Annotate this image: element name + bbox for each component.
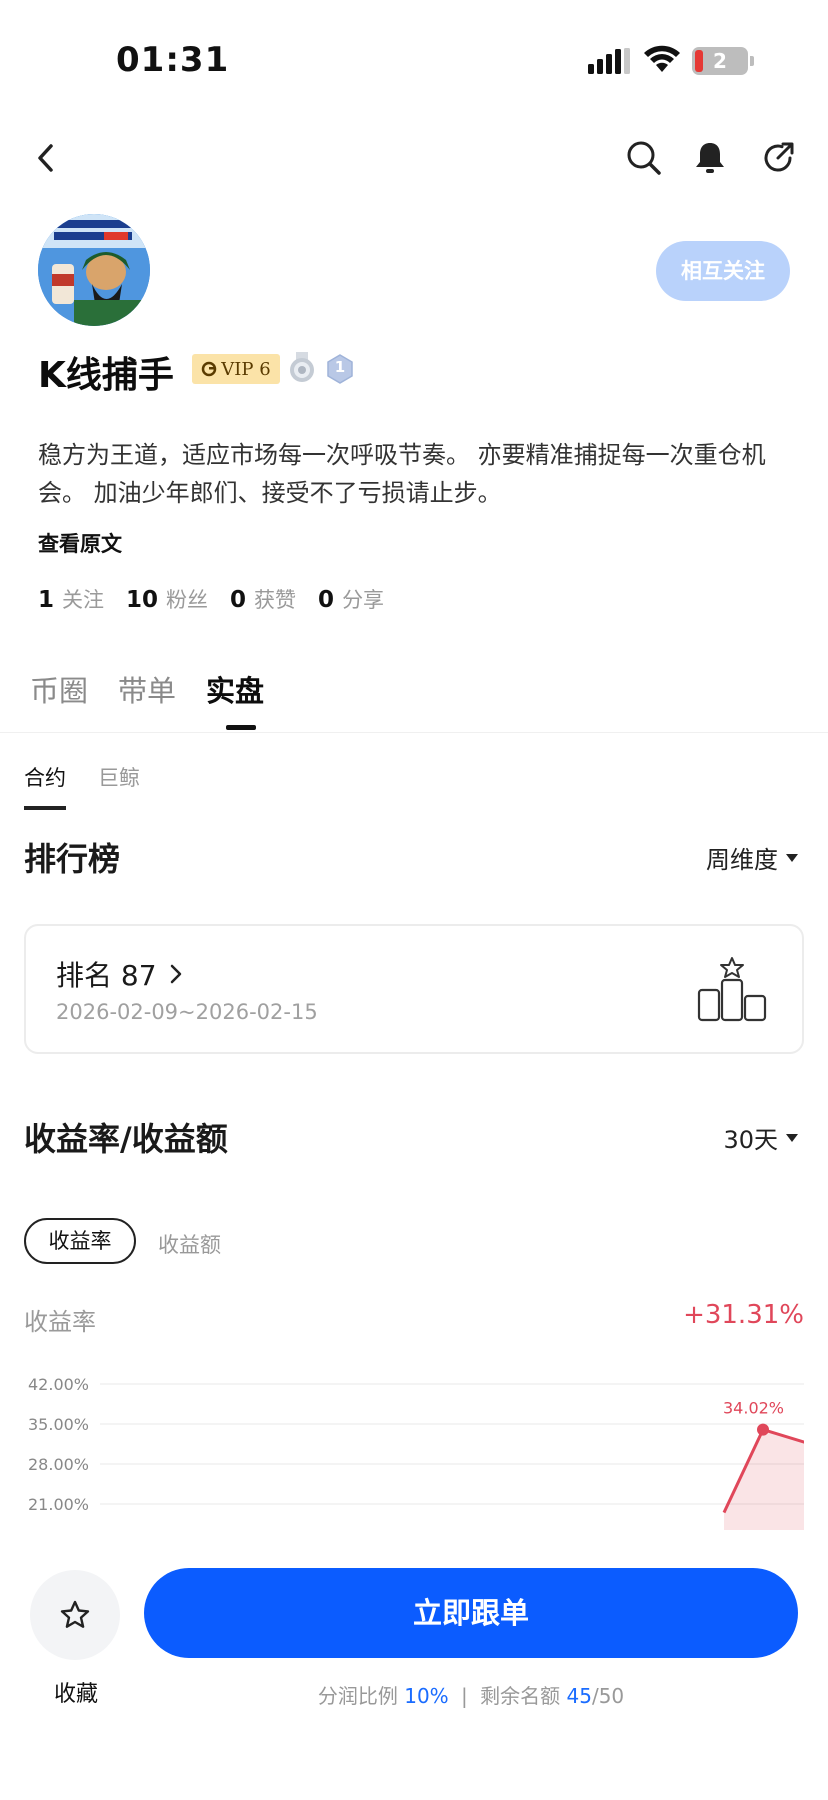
remaining-label: 剩余名额 [480,1684,561,1708]
stat-label: 粉丝 [166,588,209,612]
username: K线捕手 [38,355,174,396]
profit-share-info: 分润比例 10% | 剩余名额 45/50 [0,1680,828,1709]
ranking-title: 排行榜 [24,840,121,878]
chevron-right-icon [171,964,182,984]
back-button[interactable] [24,136,68,180]
rank-date-range: 2026-02-09~2026-02-15 [56,1000,318,1024]
podium-icon [697,957,767,1022]
y-tick-label: 42.00% [28,1375,89,1394]
tab-crypto[interactable]: 币圈 [30,668,88,710]
stat-value: 1 [38,587,55,613]
toggle-yield-amount[interactable]: 收益额 [158,1229,221,1259]
view-original-link[interactable]: 查看原文 [38,528,122,558]
caret-down-icon [786,853,798,862]
stat-label: 分享 [342,588,385,612]
remaining-value: 45 [566,1684,592,1708]
share-button[interactable] [756,136,800,180]
mutual-follow-button[interactable]: 相互关注 [656,241,790,301]
status-time: 01:31 [116,40,230,80]
toggle-yield-rate[interactable]: 收益率 [24,1218,136,1264]
yield-rate-value: +31.31% [683,1300,804,1330]
avatar[interactable] [38,214,150,326]
stat-label: 关注 [62,588,105,612]
avatar-image [38,214,150,326]
returns-title: 收益率/收益额 [24,1120,228,1158]
bio-text: 稳方为王道，适应市场每一次呼吸节奏。 亦要精准捕捉每一次重仓机会。 加油少年郎们… [38,441,766,507]
cell-signal-icon [588,48,630,74]
medal-icon [290,352,314,382]
stats-row: 1 关注 10 粉丝 0 获赞 0 分享 [38,584,384,614]
subtab-whale[interactable]: 巨鲸 [98,762,140,810]
sub-tabs: 合约 巨鲸 [24,762,140,810]
tab-indicator [226,725,256,730]
level-number: 1 [334,358,346,376]
separator: | [461,1684,468,1708]
search-button[interactable] [622,136,666,180]
stat-followers[interactable]: 10 粉丝 [126,584,208,614]
search-icon [627,141,661,175]
yield-chart: 42.00% 35.00% 28.00% 21.00% 34.02% [28,1375,804,1540]
divider [0,732,828,733]
favorite-button[interactable] [30,1570,120,1660]
stat-value: 10 [126,587,159,613]
y-tick-label: 28.00% [28,1455,89,1474]
stat-likes: 0 获赞 [230,584,296,614]
main-tabs: 币圈 带单 实盘 [30,668,264,710]
stat-value: 0 [318,587,335,613]
vip-label: VIP 6 [221,358,271,380]
notification-button[interactable] [688,136,732,180]
caret-down-icon [786,1133,798,1142]
vip-logo-icon [202,361,217,377]
y-tick-label: 21.00% [28,1495,89,1514]
stat-shares: 0 分享 [318,584,384,614]
bell-icon [696,143,724,173]
peak-point [757,1423,769,1436]
tab-live[interactable]: 实盘 [206,668,264,710]
follow-trade-button[interactable]: 立即跟单 [144,1568,798,1658]
share-icon [764,142,794,172]
stat-label: 获赞 [254,588,297,612]
rank-label-row[interactable]: 排名 87 [56,954,183,994]
subtab-contract[interactable]: 合约 [24,762,66,810]
returns-period-label: 30天 [723,1126,778,1154]
share-ratio-label: 分润比例 [317,1684,398,1708]
chevron-left-icon [38,144,53,172]
stat-following[interactable]: 1 关注 [38,584,104,614]
share-ratio-value: 10% [404,1684,449,1708]
ranking-period-label: 周维度 [706,846,778,874]
vip-badge: VIP 6 [192,354,280,384]
stat-value: 0 [230,587,247,613]
remaining-total: /50 [591,1684,625,1708]
level-badge: 1 [326,354,354,384]
peak-label: 34.02% [723,1399,784,1418]
yield-rate-label: 收益率 [24,1308,96,1336]
star-icon [60,1600,90,1628]
y-tick-label: 35.00% [28,1415,89,1434]
battery-level: 2 [713,49,727,73]
returns-period-select[interactable]: 30天 [723,1120,798,1155]
battery-icon: 2 [692,47,754,75]
wifi-icon [644,45,680,72]
ranking-period-select[interactable]: 周维度 [706,840,798,875]
tab-copy-trading[interactable]: 带单 [118,668,176,710]
rank-label: 排名 87 [56,959,157,992]
